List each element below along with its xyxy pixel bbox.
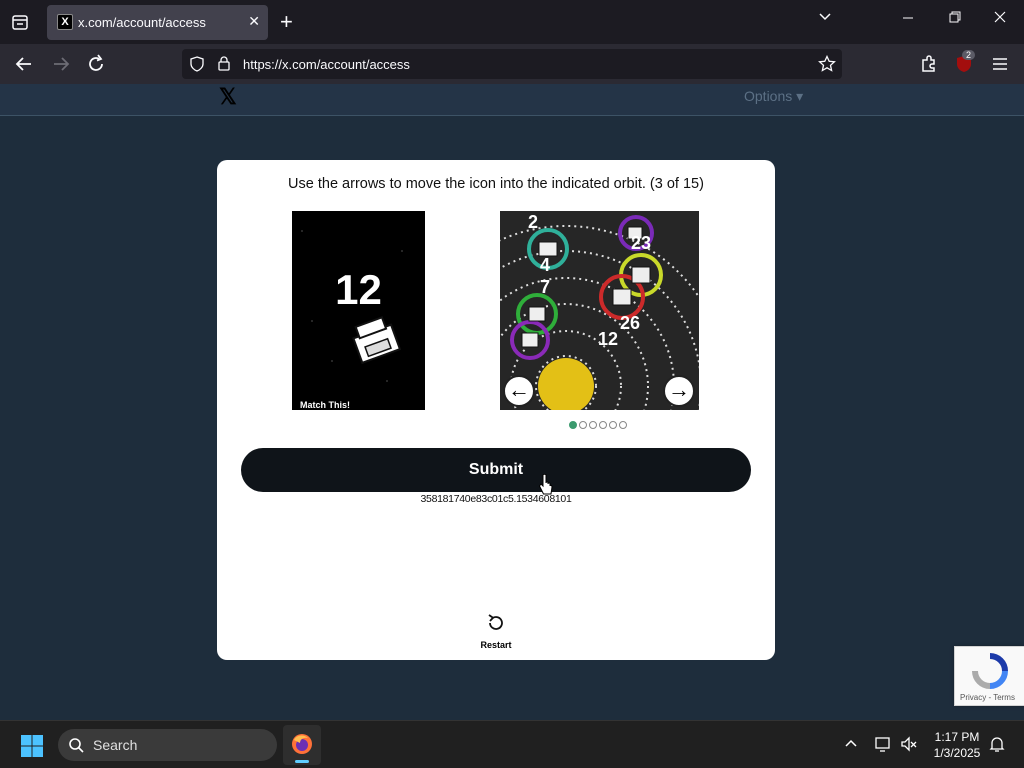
right-arrow-button[interactable]: → — [663, 375, 695, 407]
search-icon — [68, 737, 84, 758]
options-dropdown[interactable]: Options ▾ — [744, 88, 803, 105]
pagination-dot — [619, 421, 627, 429]
captcha-modal: Use the arrows to move the icon into the… — [217, 160, 775, 660]
mouse-cursor-icon — [538, 473, 554, 503]
list-all-tabs-chevron-icon[interactable] — [818, 10, 832, 28]
restart-icon — [485, 614, 507, 638]
orbit-label: 26 — [620, 313, 641, 333]
page-header: 𝕏 Options ▾ — [0, 84, 1024, 116]
taskbar-search[interactable]: Search — [58, 729, 277, 761]
orbit-label: 7 — [540, 277, 551, 297]
session-id: 358181740e83c01c5.1534608101 — [420, 493, 572, 505]
recaptcha-logo-icon — [971, 652, 1009, 695]
notification-bell-icon[interactable] — [988, 735, 1006, 758]
submit-button[interactable]: Submit — [241, 448, 751, 492]
active-app-indicator — [295, 760, 309, 763]
tab-close-icon[interactable]: ✕ — [248, 13, 260, 30]
close-window-icon[interactable] — [994, 10, 1006, 28]
pagination-dot — [589, 421, 597, 429]
shield-icon[interactable] — [189, 56, 205, 77]
orbit-puzzle-image: 2 23 4 7 26 12 ← → — [500, 211, 699, 410]
network-icon[interactable] — [874, 735, 892, 758]
target-orbit-number: 12 — [335, 266, 382, 313]
windows-taskbar: Search 1:17 PM 1/3/2025 — [0, 720, 1024, 768]
firefox-icon — [290, 732, 314, 761]
browser-nav-bar: https://x.com/account/access 2 — [0, 44, 1024, 84]
orbit-label: 2 — [528, 212, 539, 232]
restart-label: Restart — [480, 640, 512, 650]
browser-tab-bar: X x.com/account/access ✕ + — [0, 0, 1024, 44]
restore-icon[interactable] — [949, 10, 961, 28]
search-placeholder: Search — [93, 737, 138, 753]
forward-arrow-icon[interactable] — [49, 52, 73, 76]
pagination-dot — [609, 421, 617, 429]
clock-time: 1:17 PM — [934, 730, 980, 744]
active-tab[interactable]: X x.com/account/access ✕ — [47, 5, 268, 40]
volume-muted-icon[interactable] — [900, 735, 918, 758]
tab-list-icon[interactable] — [8, 10, 32, 34]
extensions-puzzle-icon[interactable] — [917, 52, 941, 76]
show-hidden-icons-chevron-icon[interactable] — [843, 736, 859, 757]
captcha-instruction: Use the arrows to move the icon into the… — [288, 176, 704, 192]
system-clock[interactable]: 1:17 PM 1/3/2025 — [930, 729, 984, 761]
target-image: 12 Match This! — [292, 211, 425, 410]
back-arrow-icon[interactable] — [12, 52, 36, 76]
match-this-label: Match This! — [300, 400, 351, 410]
hamburger-menu-icon[interactable] — [988, 52, 1012, 76]
url-text[interactable]: https://x.com/account/access — [243, 57, 410, 72]
new-tab-plus-icon[interactable]: + — [280, 10, 293, 34]
extension-badge: 2 — [962, 50, 976, 60]
pagination-dot — [579, 421, 587, 429]
clock-date: 1/3/2025 — [933, 746, 981, 760]
orbit-label: 12 — [598, 329, 619, 349]
x-logo[interactable]: 𝕏 — [219, 84, 237, 110]
address-bar[interactable]: https://x.com/account/access — [182, 49, 842, 79]
reload-icon[interactable] — [84, 52, 108, 76]
lock-icon[interactable] — [217, 55, 231, 76]
pagination-dots — [569, 416, 629, 429]
orbit-label: 23 — [631, 233, 652, 253]
pagination-dot — [569, 421, 577, 429]
x-favicon-icon: X — [57, 14, 73, 30]
orbit-label: 4 — [540, 255, 551, 275]
firefox-taskbar-app[interactable] — [283, 725, 321, 765]
bookmark-star-icon[interactable] — [818, 54, 836, 78]
minimize-icon[interactable] — [902, 10, 914, 28]
pagination-dot — [599, 421, 607, 429]
tab-title: x.com/account/access — [78, 15, 206, 30]
recaptcha-links[interactable]: Privacy - Terms — [960, 693, 1015, 702]
left-arrow-button[interactable]: ← — [503, 375, 535, 407]
windows-start-icon[interactable] — [20, 734, 44, 758]
restart-button[interactable]: Restart — [471, 612, 521, 650]
recaptcha-badge[interactable]: Privacy - Terms — [954, 646, 1024, 706]
